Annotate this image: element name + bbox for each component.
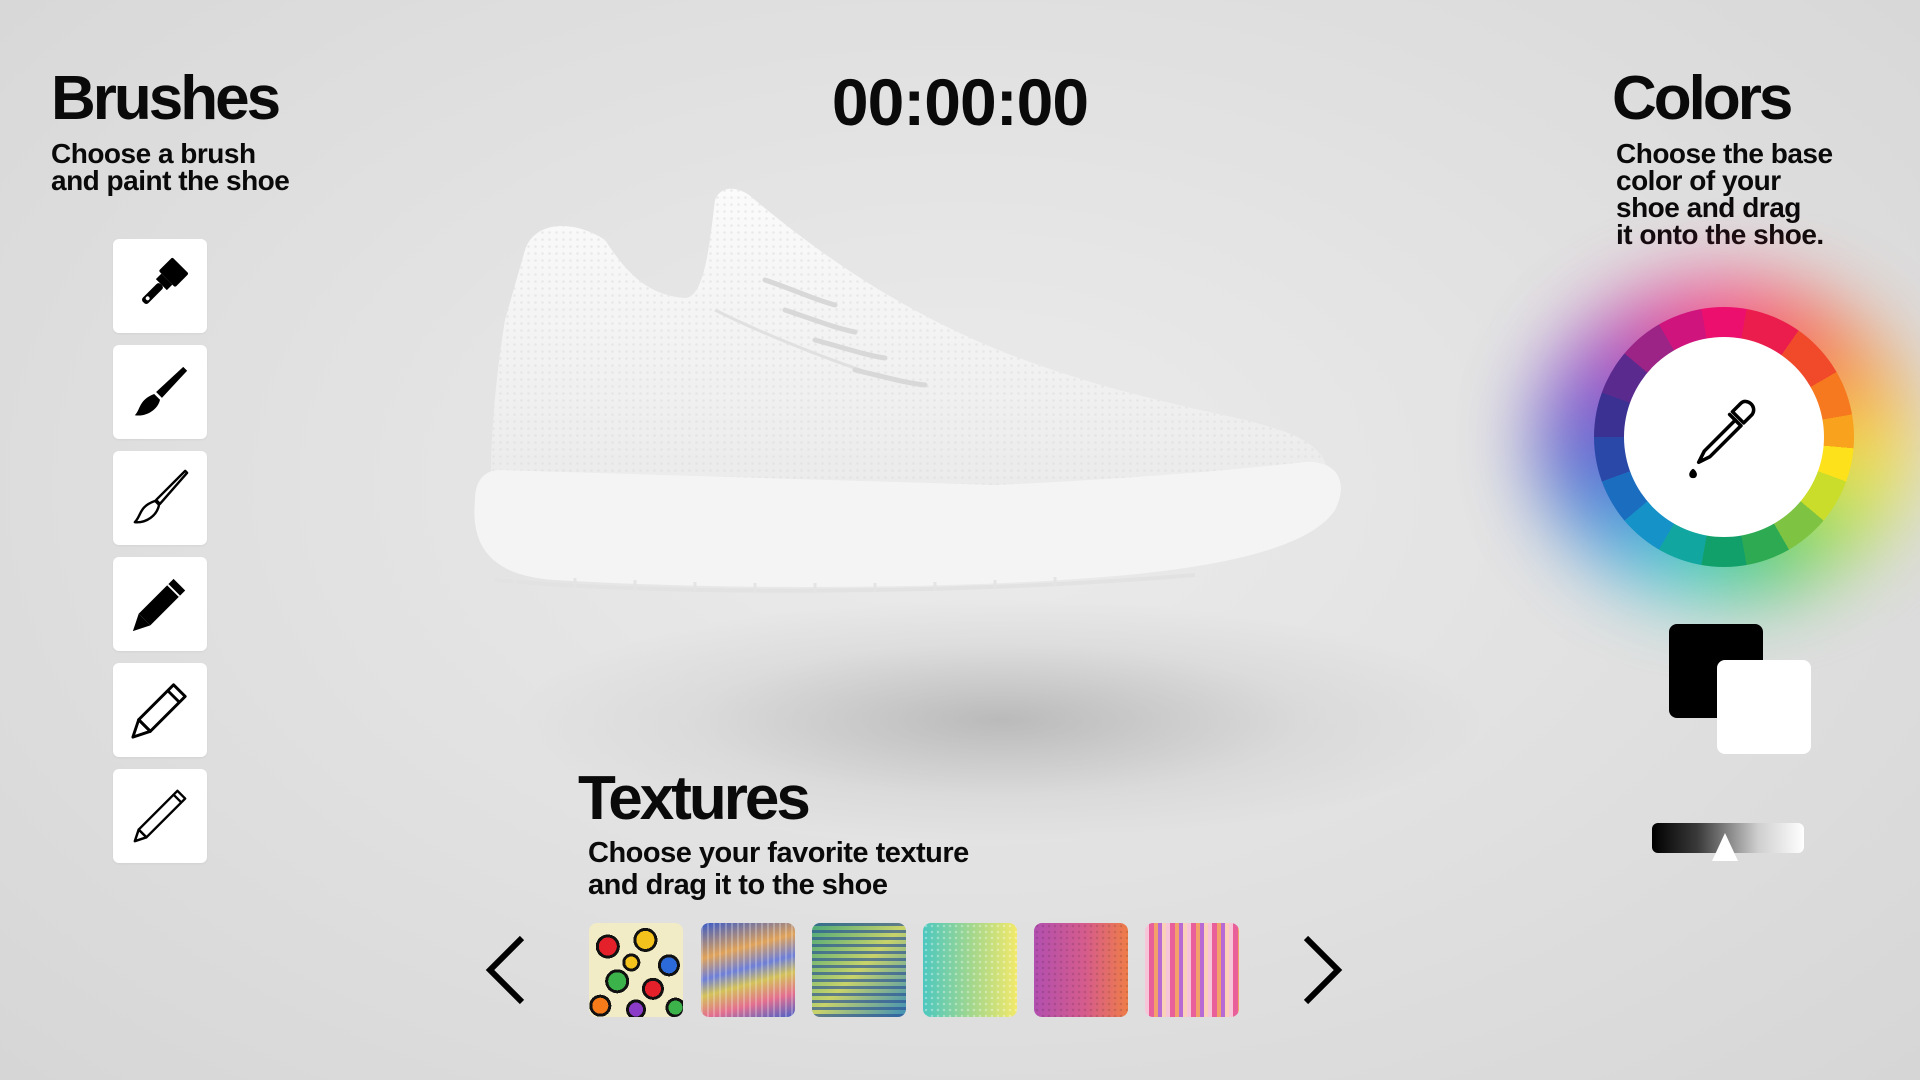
fine-brush-icon <box>133 469 189 524</box>
shoe-canvas[interactable] <box>455 180 1485 660</box>
paint-brush-icon <box>134 366 188 416</box>
thin-pencil-icon <box>133 789 187 843</box>
textures-title: Textures <box>578 764 811 833</box>
pencil-icon <box>131 683 187 739</box>
secondary-color-swatch[interactable] <box>1717 660 1811 754</box>
colors-title: Colors <box>1612 64 1793 133</box>
timer: 00:00:00 <box>831 65 1089 139</box>
paint-roller-brush-icon <box>142 258 188 304</box>
eyedropper-button[interactable] <box>1624 337 1824 537</box>
eyedropper-icon <box>1689 399 1756 479</box>
brushes-subtitle: Choose a brush and paint the shoe <box>51 138 290 196</box>
thin-pencil-tool[interactable] <box>113 769 207 863</box>
brushes-title: Brushes <box>51 64 281 133</box>
paint-roller-brush-tool[interactable] <box>113 239 207 333</box>
paint-brush-tool[interactable] <box>113 345 207 439</box>
chevron-left-icon <box>485 935 525 1005</box>
texture-purple-orange-gradient[interactable] <box>1034 923 1128 1017</box>
textures-next-button[interactable] <box>1290 930 1350 1010</box>
colors-subtitle: Choose the base color of your shoe and d… <box>1616 138 1833 250</box>
marker-icon <box>132 578 186 632</box>
texture-green-lines[interactable] <box>812 923 906 1017</box>
texture-leopard-multicolor[interactable] <box>589 923 683 1017</box>
marker-tool[interactable] <box>113 557 207 651</box>
textures-prev-button[interactable] <box>478 930 538 1010</box>
textures-subtitle: Choose your favorite texture and drag it… <box>588 837 969 901</box>
texture-pink-stripes[interactable] <box>1145 923 1239 1017</box>
texture-teal-yellow-gradient[interactable] <box>923 923 1017 1017</box>
pencil-tool[interactable] <box>113 663 207 757</box>
shade-slider-handle[interactable] <box>1712 833 1738 861</box>
chevron-right-icon <box>1303 935 1343 1005</box>
fine-brush-tool[interactable] <box>113 451 207 545</box>
texture-wavy-stripes[interactable] <box>701 923 795 1017</box>
